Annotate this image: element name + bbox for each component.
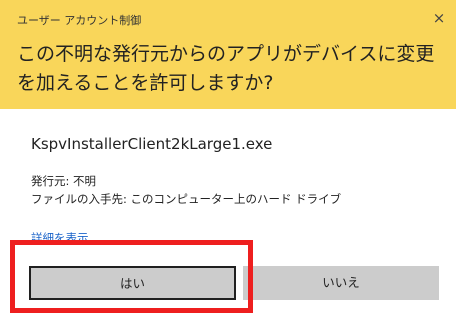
no-button[interactable]: いいえ (243, 266, 439, 300)
close-icon[interactable]: × (430, 9, 448, 27)
app-name: KspvInstallerClient2kLarge1.exe (31, 135, 273, 153)
yes-button[interactable]: はい (29, 266, 236, 300)
permission-question: この不明な発行元からのアプリがデバイスに変更を加えることを許可しますか? (17, 43, 435, 94)
publisher-info: 発行元: 不明 (31, 174, 97, 188)
dialog-header: ユーザー アカウント制御 × この不明な発行元からのアプリがデバイスに変更を加え… (0, 0, 456, 109)
uac-dialog: ユーザー アカウント制御 × この不明な発行元からのアプリがデバイスに変更を加え… (0, 0, 456, 320)
show-details-link[interactable]: 詳細を表示 (31, 230, 89, 246)
dialog-body: KspvInstallerClient2kLarge1.exe 発行元: 不明 … (0, 109, 456, 320)
window-title: ユーザー アカウント制御 (17, 14, 142, 27)
file-origin-info: ファイルの入手先: このコンピューター上のハード ドライブ (31, 192, 342, 206)
